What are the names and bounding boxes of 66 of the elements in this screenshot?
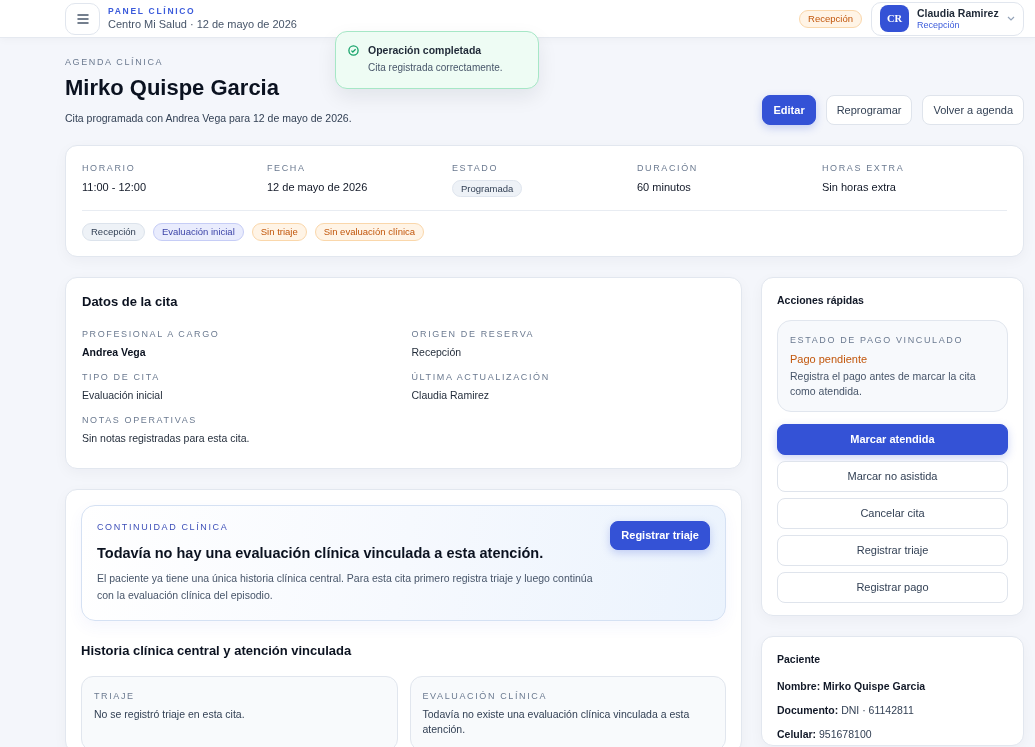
appointment-subtitle: Cita programada con Andrea Vega para 12 de mayo de 2026. (65, 111, 352, 125)
field-label: DURACIÓN (637, 162, 699, 174)
clinic-subtitle: Centro Mi Salud · 12 de mayo de 2026 (108, 17, 297, 31)
field-label: PROFESIONAL A CARGO (82, 328, 221, 340)
menu-button[interactable] (65, 2, 100, 35)
status-badge: Programada (452, 180, 523, 197)
toast-message: Cita registrada correctamente. (368, 61, 503, 74)
field-value: Andrea Vega (82, 345, 147, 359)
field-label: HORAS EXTRA (822, 162, 906, 174)
field-label: ESTADO (452, 162, 500, 174)
role-badge: Recepción (799, 9, 862, 28)
field-value: 12 de mayo de 2026 (267, 180, 369, 194)
field-value: Sin horas extra (822, 180, 897, 194)
section-title: Historia clínica central y atención vinculada (81, 642, 353, 660)
callout-eyebrow: CONTINUIDAD CLÍNICA (97, 521, 230, 533)
field-label: FECHA (267, 162, 307, 174)
field-label: ÚLTIMA ACTUALIZACIÓN (411, 371, 551, 383)
chevron-down-icon (1007, 16, 1015, 21)
quick-action-button[interactable]: Cancelar cita (777, 498, 1008, 529)
panel-eyebrow: PANEL CLÍNICO (108, 6, 197, 17)
quick-action-button[interactable]: Registrar triaje (777, 535, 1008, 566)
page-eyebrow: AGENDA CLÍNICA (65, 56, 165, 68)
field-label: ORIGEN DE RESERVA (411, 328, 536, 340)
patient-detail: Celular: 951678100 (777, 727, 873, 741)
user-menu-button[interactable]: CR Claudia Ramirez Recepción (871, 1, 1024, 36)
card-title: Datos de la cita (82, 294, 179, 310)
tag: Evaluación inicial (152, 223, 244, 241)
card-title: Acciones rápidas (777, 293, 865, 307)
callout-title: Todavía no hay una evaluación clínica vinculada a esta atención. (97, 544, 545, 562)
tag: Recepción (82, 223, 145, 241)
user-avatar: CR (880, 5, 909, 32)
user-role: Recepción (917, 19, 961, 31)
field-value: 11:00 - 12:00 (82, 180, 147, 194)
field-value: Recepción (411, 345, 463, 359)
tag: Sin evaluación clínica (314, 223, 425, 241)
field-value: Sin notas registradas para esta cita. (82, 431, 251, 445)
toast-title: Operación completada (368, 43, 483, 57)
panel-text: Todavía no existe una evaluación clínica vinculada a esta atención. (422, 707, 691, 737)
callout-text: El paciente ya tiene una única historia clínica central. Para esta cita primero registra triaje y luego continúa con la evaluación clínica del episodio. (97, 571, 594, 603)
payment-label: ESTADO DE PAGO VINCULADO (790, 334, 965, 346)
register-triage-button[interactable]: Registrar triaje (610, 521, 710, 550)
panel-label: EVALUACIÓN CLÍNICA (422, 690, 549, 702)
field-value: Claudia Ramirez (411, 388, 491, 402)
field-label: TIPO DE CITA (82, 371, 161, 383)
user-name: Claudia Ramirez (917, 6, 999, 20)
check-circle-icon (348, 45, 359, 56)
field-label: NOTAS OPERATIVAS (82, 414, 198, 426)
field-value: Evaluación inicial (82, 388, 164, 402)
tag: Sin triaje (251, 223, 307, 241)
patient-detail: Nombre: Mirko Quispe Garcia (777, 679, 927, 693)
panel-text: No se registró triaje en esta cita. (94, 707, 246, 722)
payment-status: Pago pendiente (790, 352, 869, 366)
quick-action-button[interactable]: Marcar no asistida (777, 461, 1008, 492)
patient-detail: Documento: DNI · 61142811 (777, 703, 915, 717)
action-button[interactable]: Reprogramar (825, 95, 913, 125)
quick-action-button[interactable]: Marcar atendida (777, 424, 1008, 455)
patient-name-title: Mirko Quispe Garcia (65, 74, 280, 102)
menu-icon (76, 13, 89, 24)
action-button[interactable]: Editar (762, 95, 816, 125)
payment-note: Registra el pago antes de marcar la cita como atendida. (790, 369, 977, 399)
field-label: HORARIO (82, 162, 137, 174)
field-value: 60 minutos (637, 180, 692, 194)
card-title: Paciente (777, 652, 822, 666)
panel-label: TRIAJE (94, 690, 136, 702)
quick-action-button[interactable]: Registrar pago (777, 572, 1008, 603)
action-button[interactable]: Volver a agenda (922, 95, 1024, 125)
